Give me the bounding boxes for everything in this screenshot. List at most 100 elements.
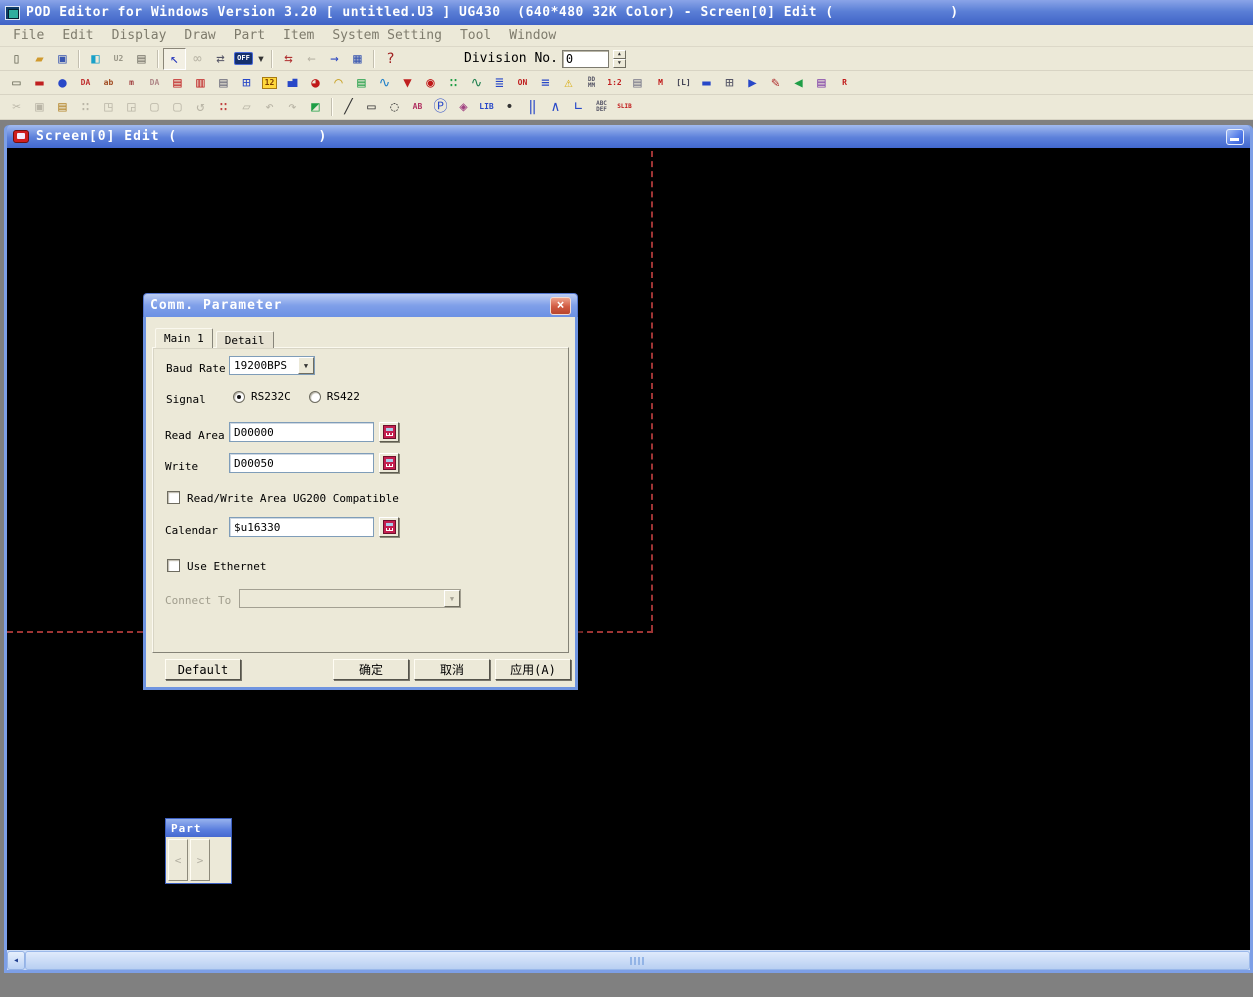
dialog-close-icon[interactable]: × [550,297,571,315]
sampling-graph-icon[interactable]: ∿ [465,72,488,94]
draw-rect-icon[interactable]: ▭ [360,96,383,118]
node-edit-icon[interactable]: ∧ [544,96,567,118]
fill-paint-icon[interactable]: ◈ [452,96,475,118]
swap-screens-icon[interactable]: ⇆ [277,48,300,70]
find-binoculars-icon[interactable]: ∞ [186,48,209,70]
off-display-button[interactable]: OFF [232,48,255,70]
cancel-button[interactable]: 取消 [414,659,490,680]
ok-button[interactable]: 确定 [333,659,409,680]
dimension-ruler-icon[interactable]: ∟ [567,96,590,118]
help-icon[interactable]: ? [379,48,402,70]
select-rect-alt-icon[interactable]: ▢ [166,96,189,118]
dot-icon[interactable]: • [498,96,521,118]
memo-list-icon[interactable]: ≡ [534,72,557,94]
memo-card-icon[interactable]: ▬ [695,72,718,94]
write-input[interactable]: D00050 [229,453,374,473]
dialog-titlebar[interactable]: Comm. Parameter × [143,293,578,317]
menu-item-display[interactable]: Display [103,26,176,45]
striped-list-icon[interactable]: ▤ [350,72,373,94]
apply-button[interactable]: 应用(A) [495,659,571,680]
menu-item-file[interactable]: File [4,26,53,45]
comm-transfer-icon[interactable]: ⇄ [209,48,232,70]
message-roll-icon[interactable]: ▤ [166,72,189,94]
open-file-icon[interactable]: ▰ [28,48,51,70]
menu-item-edit[interactable]: Edit [53,26,102,45]
comment-display-icon[interactable]: ▤ [212,72,235,94]
mode-button-icon[interactable]: M [649,72,672,94]
part-palette-titlebar[interactable]: Part [166,819,231,837]
library-call-icon[interactable]: LIB [475,96,498,118]
message-box-icon[interactable]: ▥ [189,72,212,94]
paint-p-icon[interactable]: Ⓟ [429,96,452,118]
radio-rs232c[interactable]: RS232C [233,390,291,403]
read-area-keypad-button[interactable] [379,422,399,442]
screen-window-minimize-button[interactable] [1226,129,1244,145]
ascii-display-icon[interactable]: ab [97,72,120,94]
memo-pad-icon[interactable]: ▤ [626,72,649,94]
bar-graph-icon[interactable]: ▅▇ [281,72,304,94]
next-screen-icon[interactable]: → [323,48,346,70]
select-cursor-icon[interactable]: ↖ [163,48,186,70]
cut-icon[interactable]: ✂ [5,96,28,118]
draw-text-icon[interactable]: AB [406,96,429,118]
screen-list-icon[interactable]: ▦ [346,48,369,70]
move-shape-icon[interactable]: ◳ [97,96,120,118]
screen-edit-titlebar[interactable]: Screen[0] Edit ( ) [7,125,1250,148]
recipe-r-icon[interactable]: R [833,72,856,94]
ug200-compatible-checkbox[interactable] [167,491,180,504]
menu-item-tool[interactable]: Tool [451,26,500,45]
report-doc-icon[interactable]: ▤ [810,72,833,94]
division-spin-down-icon[interactable]: ▼ [613,59,626,68]
paste-icon[interactable]: ▤ [51,96,74,118]
speaker-icon[interactable]: ◀ [787,72,810,94]
layer-icon[interactable]: ▱ [235,96,258,118]
scroll-left-icon[interactable]: ◂ [7,951,25,970]
onoff-display-icon[interactable]: ON [511,72,534,94]
time-display-icon[interactable]: 1:2 [603,72,626,94]
data-sampling-list-icon[interactable]: ≣ [488,72,511,94]
rotate-icon[interactable]: ↺ [189,96,212,118]
vertical-ruler-icon[interactable]: ‖ [521,96,544,118]
grid-toggle-icon[interactable]: ◩ [304,96,327,118]
tank-graph-icon[interactable]: ▼ [396,72,419,94]
move-shape-alt-icon[interactable]: ◲ [120,96,143,118]
message-display-icon[interactable]: m [120,72,143,94]
copy-icon[interactable]: ▣ [28,96,51,118]
entry-keypad-icon[interactable]: ⊞ [235,72,258,94]
calendar-keypad-button[interactable] [379,517,399,537]
new-file-icon[interactable]: ▯ [5,48,28,70]
draw-ellipse-icon[interactable]: ◌ [383,96,406,118]
division-input[interactable]: 0 [562,50,609,68]
menu-item-draw[interactable]: Draw [175,26,224,45]
calendar-12-icon[interactable]: 12 [258,72,281,94]
keyboard-icon[interactable]: ⊞ [718,72,741,94]
redo-icon[interactable]: ↷ [281,96,304,118]
print-icon[interactable]: ▤ [130,48,153,70]
alarm-bell-icon[interactable]: ⚠ [557,72,580,94]
division-spin-up-icon[interactable]: ▲ [613,50,626,59]
menu-item-window[interactable]: Window [500,26,565,45]
default-button[interactable]: Default [165,659,241,680]
color-matrix-icon[interactable]: ∷ [442,72,465,94]
prev-screen-icon[interactable]: ← [300,48,323,70]
data-block-icon[interactable]: DA [143,72,166,94]
scrollbar-thumb[interactable] [25,951,1250,970]
draw-line-icon[interactable]: ╱ [337,96,360,118]
pie-graph-icon[interactable]: ◕ [304,72,327,94]
panel-meter-icon[interactable]: ◠ [327,72,350,94]
abc-def-text-icon[interactable]: ABC DEF [590,96,613,118]
part-next-button[interactable]: > [190,839,210,881]
u2-convert-icon[interactable]: U2 [107,48,130,70]
save-icon[interactable]: ▣ [51,48,74,70]
menu-item-system-setting[interactable]: System Setting [323,26,451,45]
multi-copy-icon[interactable]: ∷ [74,96,97,118]
sampling-pie-icon[interactable]: ◉ [419,72,442,94]
grid-dots-icon[interactable]: ∷ [212,96,235,118]
graphic-part-icon[interactable]: ● [51,72,74,94]
baud-rate-combobox[interactable]: 19200BPS ▼ [229,356,315,375]
switch-part-icon[interactable]: ▭ [5,72,28,94]
part-prev-button[interactable]: < [168,839,188,881]
screen-transfer-icon[interactable]: ◧ [84,48,107,70]
video-camera-icon[interactable]: ▶ [741,72,764,94]
use-ethernet-checkbox[interactable] [167,559,180,572]
